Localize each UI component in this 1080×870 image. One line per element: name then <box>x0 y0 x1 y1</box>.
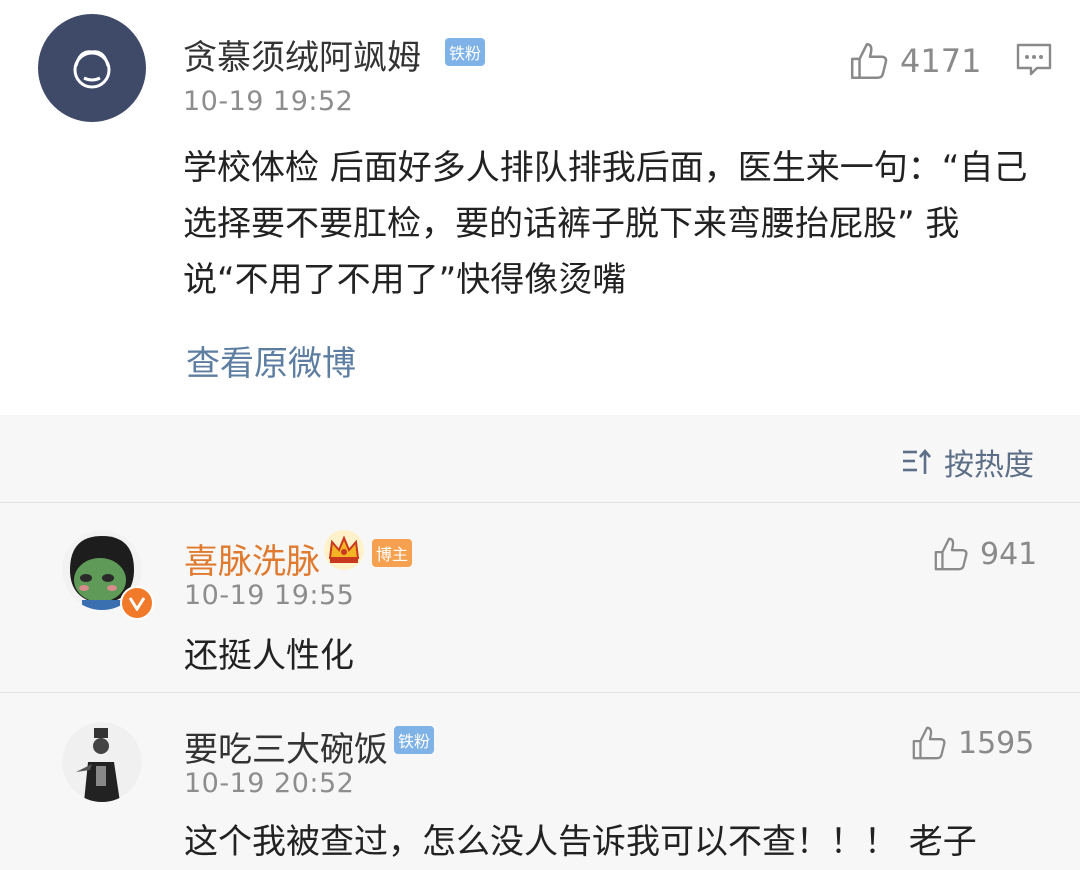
sort-icon <box>903 448 931 474</box>
comment-timestamp: 10-19 19:55 <box>184 580 355 611</box>
comment-like-count: 941 <box>980 536 1038 572</box>
thumbs-up-icon <box>912 726 946 760</box>
comment-avatar[interactable] <box>62 722 142 802</box>
like-button[interactable]: 4171 <box>848 40 981 82</box>
divider <box>0 502 1080 503</box>
view-original-link[interactable]: 查看原微博 <box>186 336 356 385</box>
person-avatar-icon <box>62 722 142 802</box>
comment-text: 这个我被查过，怎么没人告诉我可以不查！！！ 老子 <box>184 822 977 862</box>
comment-username[interactable]: 喜脉洗脉 <box>184 534 320 583</box>
comment-like-count: 1595 <box>958 725 1035 761</box>
verified-icon <box>120 586 154 620</box>
main-post: 贪慕须绒阿飒姆 铁粉 10-19 19:52 4171 学校体检 后面好多人排队… <box>0 0 1080 415</box>
comment-username[interactable]: 要吃三大碗饭 <box>184 722 388 771</box>
cartoon-face-icon <box>73 50 111 89</box>
fan-badge: 铁粉 <box>445 38 486 66</box>
comment-like-button[interactable]: 1595 <box>910 724 1034 762</box>
comment-text: 还挺人性化 <box>184 636 354 676</box>
avatar[interactable] <box>38 14 146 122</box>
sort-label: 按热度 <box>944 448 1034 483</box>
author-badge: 博主 <box>372 539 413 567</box>
thumbs-up-icon <box>850 42 888 80</box>
divider <box>0 692 1080 693</box>
comment-like-button[interactable]: 941 <box>932 535 1037 573</box>
post-body: 学校体检 后面好多人排队排我后面，医生来一句：“自己选择要不要肛检，要的话裤子脱… <box>183 148 1028 300</box>
comment-icon[interactable] <box>1015 42 1053 78</box>
fan-badge: 铁粉 <box>394 726 435 754</box>
sort-button[interactable]: 按热度 <box>900 440 1034 484</box>
post-timestamp: 10-19 19:52 <box>183 86 354 117</box>
comment-timestamp: 10-19 20:52 <box>184 768 355 799</box>
crown-icon <box>324 530 364 570</box>
post-username[interactable]: 贪慕须绒阿飒姆 <box>183 30 421 79</box>
like-count: 4171 <box>900 42 982 80</box>
thumbs-up-icon <box>934 537 968 571</box>
